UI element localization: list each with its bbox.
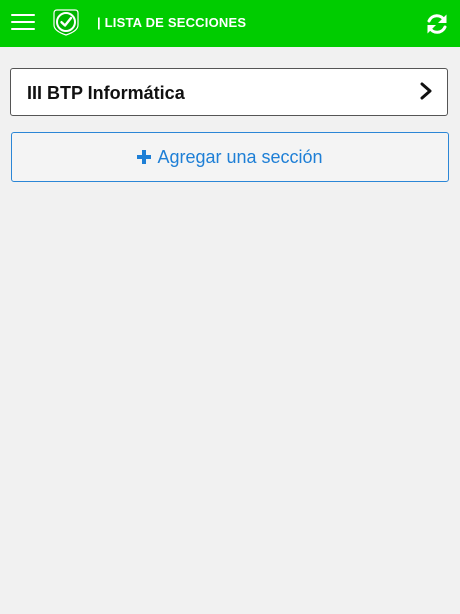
section-name: III BTP Informática [27,83,185,103]
check-shield-logo-icon [53,9,79,36]
chevron-right-icon [420,82,432,100]
plus-icon [137,149,152,164]
page-title: | LISTA DE SECCIONES [97,15,247,30]
menu-line [11,28,35,30]
menu-line [11,14,35,16]
refresh-icon[interactable] [424,11,450,37]
section-list-item[interactable]: III BTP Informática [10,68,448,116]
app-header: | LISTA DE SECCIONES [0,0,460,47]
hamburger-menu-icon[interactable] [11,13,35,31]
menu-line [11,21,35,23]
add-section-label: Agregar una sección [157,146,323,167]
add-section-button[interactable]: Agregar una sección [11,132,449,182]
